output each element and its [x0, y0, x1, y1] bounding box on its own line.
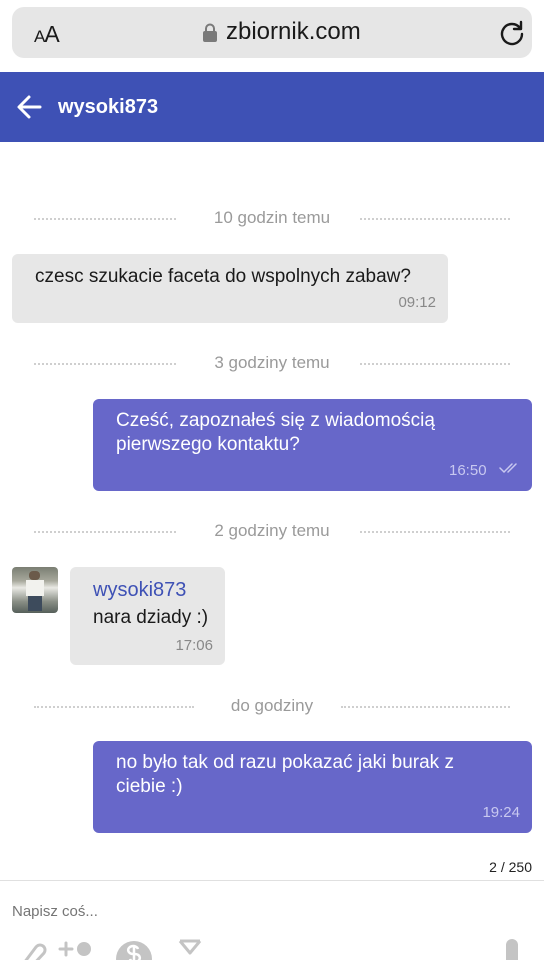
- chat-header: wysoki873: [0, 72, 544, 142]
- incoming-message[interactable]: wysoki873 nara dziady :) 17:06: [70, 567, 225, 665]
- back-arrow-icon[interactable]: [16, 94, 42, 120]
- text-size-button[interactable]: AA: [34, 21, 60, 48]
- message-time: 16:50: [449, 462, 487, 479]
- avatar[interactable]: [12, 567, 58, 613]
- url-text: zbiornik.com: [226, 18, 361, 45]
- message-text: Cześć, zapoznałeś się z wiadomością pier…: [116, 410, 435, 455]
- dollar-icon[interactable]: [116, 937, 152, 960]
- message-text: no było tak od razu pokazać jaki burak z…: [116, 752, 454, 797]
- outgoing-message[interactable]: Cześć, zapoznałeś się z wiadomością pier…: [93, 399, 532, 491]
- browser-address-bar: AA zbiornik.com: [0, 0, 544, 72]
- lock-icon: [203, 23, 217, 42]
- time-separator: do godziny: [34, 696, 510, 716]
- url-field[interactable]: AA zbiornik.com: [12, 7, 532, 58]
- message-time: 17:06: [175, 637, 213, 654]
- incoming-message[interactable]: czesc szukacie faceta do wspolnych zabaw…: [12, 254, 448, 323]
- read-checkmarks-icon: [499, 463, 517, 474]
- message-text: nara dziady :): [93, 607, 209, 628]
- hourglass-icon[interactable]: [174, 937, 210, 960]
- chat-title: wysoki873: [58, 96, 159, 118]
- message-input[interactable]: [12, 903, 412, 920]
- add-person-icon[interactable]: [58, 937, 94, 960]
- time-separator: 3 godziny temu: [34, 353, 510, 373]
- message-time: 19:24: [482, 804, 520, 821]
- reload-icon[interactable]: [498, 19, 526, 47]
- sender-name[interactable]: wysoki873: [93, 578, 186, 602]
- message-composer: [0, 880, 544, 960]
- message-time: 09:12: [398, 294, 436, 311]
- paperclip-icon[interactable]: [14, 937, 50, 960]
- message-counter: 2 / 250: [489, 859, 532, 875]
- outgoing-message[interactable]: no było tak od razu pokazać jaki burak z…: [93, 741, 532, 833]
- time-separator: 2 godziny temu: [34, 521, 510, 541]
- time-separator: 10 godzin temu: [34, 208, 510, 228]
- microphone-icon[interactable]: [494, 937, 530, 960]
- message-text: czesc szukacie faceta do wspolnych zabaw…: [35, 266, 411, 287]
